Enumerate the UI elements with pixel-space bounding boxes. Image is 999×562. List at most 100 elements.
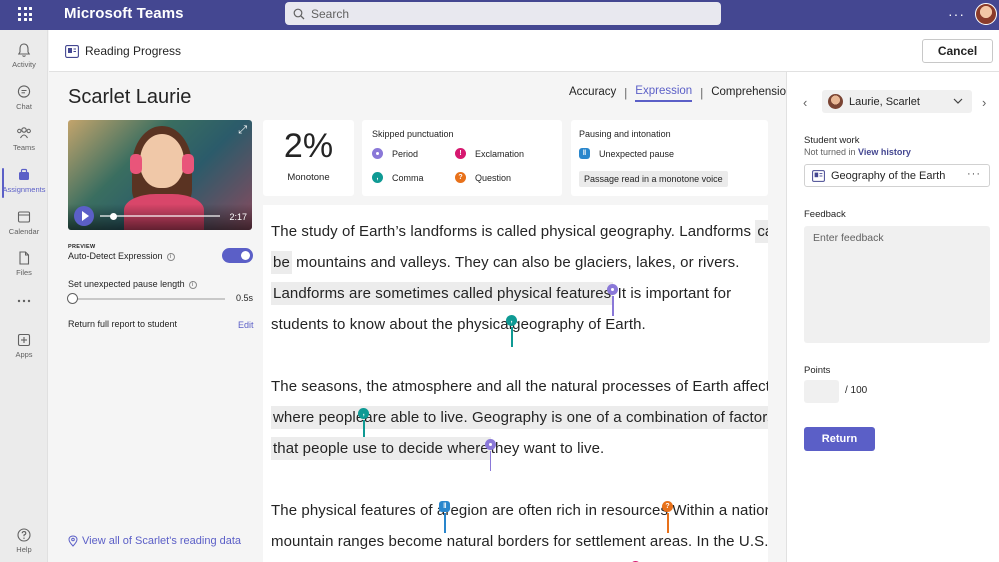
legend-question[interactable]: ? Question (455, 172, 511, 183)
bell-icon (17, 43, 31, 57)
feedback-input[interactable] (804, 226, 990, 343)
reading-passage: The study of Earth’s landforms is called… (263, 205, 768, 562)
rail-item-apps[interactable]: Apps (0, 330, 48, 370)
rail-label: Calendar (8, 227, 40, 236)
legend-exclamation[interactable]: ! Exclamation (455, 148, 524, 159)
full-report-label: Return full report to student (68, 319, 178, 329)
passage-line: The study of Earth’s landforms is called… (271, 220, 768, 243)
passage-line: The physical features of a ‖ region are of… (271, 501, 768, 533)
video-duration: 2:17 (229, 212, 247, 222)
info-icon[interactable]: i (188, 280, 197, 289)
monotone-percent: 2% (283, 127, 334, 165)
view-all-link[interactable]: View all of Scarlet's reading data (68, 535, 241, 547)
word-landforms[interactable]: landforms (410, 223, 477, 240)
search-input[interactable] (311, 6, 691, 21)
period-icon (372, 148, 383, 159)
app-title: Microsoft Teams (64, 5, 184, 22)
pause-icon: ‖ (579, 148, 590, 159)
tab-separator: | (624, 87, 628, 100)
monotone-segment[interactable]: where people, are able to live. Geography… (271, 406, 768, 440)
top-bar: Microsoft Teams ··· (0, 0, 999, 30)
scrubber-handle[interactable] (110, 213, 117, 220)
rail-item-help[interactable]: Help (0, 525, 48, 562)
rail-item-more[interactable] (0, 294, 48, 334)
rail-item-activity[interactable]: Activity (0, 40, 48, 80)
cancel-button[interactable]: Cancel (922, 39, 993, 63)
monotone-segment[interactable]: that people use to decide where (271, 437, 491, 460)
pause-length-slider[interactable] (73, 298, 225, 300)
report-tabs: Accuracy | Expression | Comprehension (569, 85, 792, 102)
tab-separator: | (700, 87, 704, 100)
reading-video[interactable]: ⤢ 2:17 (68, 120, 252, 230)
rail-item-assignments[interactable]: Assignments (0, 165, 48, 205)
student-work-item[interactable]: Geography of the Earth ··· (804, 164, 990, 187)
view-history-link[interactable]: View history (858, 147, 911, 157)
rail-label: Help (16, 545, 32, 554)
word-the[interactable]: the (526, 378, 547, 395)
rail-label: Assignments (2, 185, 46, 194)
monotone-label: Monotone (287, 172, 330, 183)
legend-unexpected-pause[interactable]: ‖ Unexpected pause (579, 148, 674, 159)
passage-line: that people use to decide where they want… (271, 437, 604, 471)
location-pin-icon (68, 535, 78, 547)
file-icon (19, 251, 30, 265)
search-bar[interactable] (285, 2, 721, 25)
more-options-icon[interactable]: ··· (967, 168, 981, 180)
rail-item-chat[interactable]: Chat (0, 82, 48, 122)
edit-link[interactable]: Edit (238, 320, 254, 330)
auto-detect-label: Auto-Detect Expression i (68, 251, 175, 261)
info-icon[interactable]: i (166, 252, 175, 261)
previous-student-icon[interactable]: ‹ (803, 95, 807, 110)
expand-icon[interactable]: ⤢ (238, 124, 247, 137)
pausing-intonation-card: Pausing and intonation ‖ Unexpected pause… (571, 120, 768, 196)
chat-icon (17, 85, 31, 98)
app-rail: Activity Chat Teams Assignments Calendar… (0, 30, 48, 562)
user-avatar[interactable] (975, 3, 997, 25)
rail-item-calendar[interactable]: Calendar (0, 207, 48, 247)
word-atmosphere[interactable]: atmosphere (392, 378, 472, 395)
word-glaciers[interactable]: glaciers (575, 254, 628, 271)
app-launcher-icon[interactable] (18, 7, 32, 21)
calendar-icon (17, 211, 31, 223)
grading-panel: ‹ Laurie, Scarlet › Student work Not tur… (786, 72, 999, 562)
pause-length-label: Set unexpected pause length i (68, 279, 197, 289)
rail-label: Chat (16, 102, 32, 111)
card-title: Skipped punctuation (372, 129, 454, 139)
points-max: / 100 (845, 385, 868, 396)
monotone-segment[interactable]: be (271, 251, 292, 274)
exclamation-icon: ! (455, 148, 466, 159)
card-title: Pausing and intonation (579, 129, 671, 139)
monotone-segment[interactable]: Landforms are sometimes called physical … (271, 282, 614, 305)
rail-item-teams[interactable]: Teams (0, 123, 48, 163)
app-header: Reading Progress Cancel (49, 30, 999, 72)
tab-expression[interactable]: Expression (635, 85, 693, 102)
return-button[interactable]: Return (804, 427, 875, 451)
student-panel: Scarlet Laurie ⤢ 2:17 PREVIEW Auto-Detec… (49, 72, 262, 562)
play-button[interactable] (74, 206, 94, 226)
next-student-icon[interactable]: › (982, 95, 986, 110)
rail-label: Teams (12, 143, 36, 152)
chevron-down-icon (953, 98, 963, 104)
word-physical[interactable]: physical (301, 502, 356, 519)
student-selector[interactable]: Laurie, Scarlet (822, 90, 972, 113)
points-input[interactable] (804, 380, 839, 403)
monotone-segment[interactable]: can (755, 220, 768, 243)
video-scrubber[interactable] (100, 215, 220, 217)
student-avatar (828, 94, 843, 109)
points-label: Points (804, 365, 831, 376)
comma-icon: , (372, 172, 383, 183)
question-icon: ? (455, 172, 466, 183)
passage-line: be mountains and valleys. They can also … (271, 251, 739, 274)
tab-accuracy[interactable]: Accuracy (569, 86, 616, 101)
auto-detect-toggle[interactable] (222, 248, 253, 263)
rail-item-files[interactable]: Files (0, 248, 48, 288)
pause-length-handle[interactable] (67, 293, 78, 304)
legend-period[interactable]: Period (372, 148, 418, 159)
more-options-icon[interactable]: ··· (948, 6, 965, 22)
skipped-punctuation-card: Skipped punctuation Period ! Exclamation … (362, 120, 562, 196)
word-combination[interactable]: combination (626, 409, 708, 426)
legend-comma[interactable]: , Comma (372, 172, 424, 183)
tab-comprehension[interactable]: Comprehension (711, 86, 792, 101)
monotone-chip[interactable]: Passage read in a monotone voice (579, 171, 728, 187)
apps-icon (17, 333, 31, 347)
